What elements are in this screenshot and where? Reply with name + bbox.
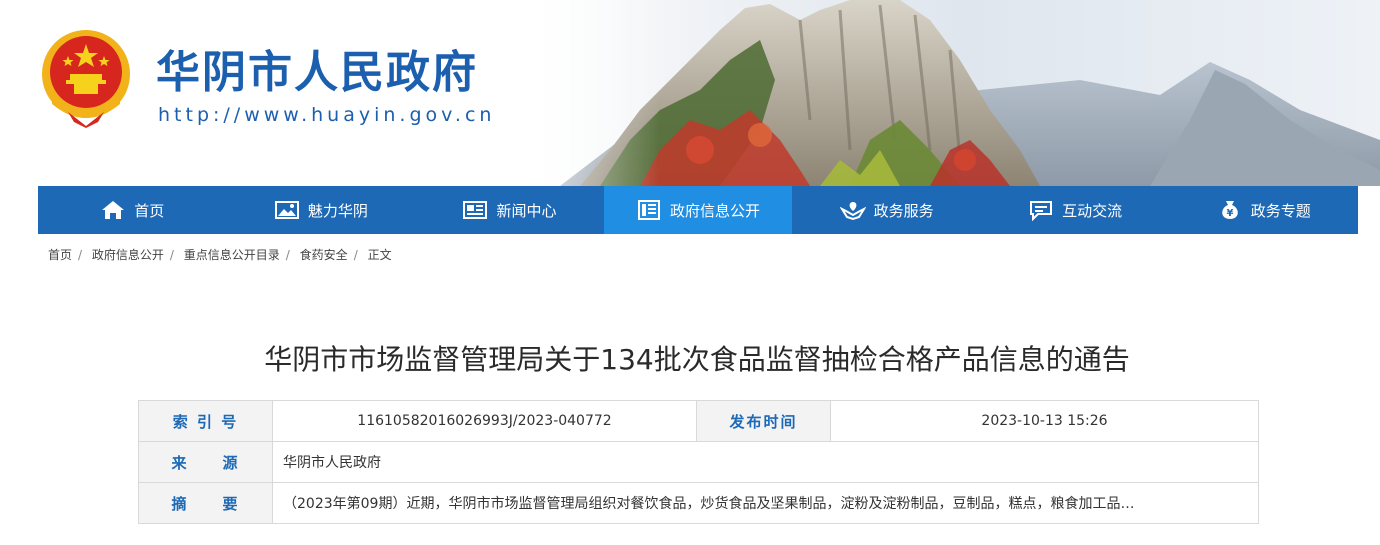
- meta-row-index: 索 引 号 11610582016026993J/2023-040772 发布时…: [138, 400, 1259, 442]
- breadcrumb-home[interactable]: 首页: [48, 248, 72, 262]
- header-banner: 华阴市人民政府 http://www.huayin.gov.cn: [0, 0, 1380, 186]
- breadcrumb: 首页 / 政府信息公开 / 重点信息公开目录 / 食药安全 / 正文: [48, 246, 392, 263]
- chat-icon: [1030, 201, 1053, 221]
- nav-item-gov-info-disclosure[interactable]: 政府信息公开: [603, 186, 793, 234]
- index-number-value: 11610582016026993J/2023-040772: [272, 400, 697, 442]
- nav-item-gov-services[interactable]: 政务服务: [792, 186, 981, 234]
- nav-item-label: 魅力华阴: [307, 201, 368, 220]
- breadcrumb-food-drug-safety[interactable]: 食药安全: [300, 248, 348, 262]
- meta-row-source: 来 源 华阴市人民政府: [138, 441, 1259, 483]
- nav-item-label: 首页: [134, 201, 165, 220]
- nav-item-label: 政府信息公开: [670, 201, 761, 220]
- nav-item-label: 互动交流: [1062, 201, 1123, 220]
- hands-service-icon: [839, 202, 866, 221]
- nav-item-charm-huayin[interactable]: 魅力华阴: [227, 186, 416, 234]
- publish-time-label: 发布时间: [696, 400, 831, 442]
- site-title: 华阴市人民政府: [156, 47, 478, 98]
- summary-value: （2023年第09期）近期，华阴市市场监督管理局组织对餐饮食品，炒货食品及坚果制…: [272, 482, 1259, 524]
- breadcrumb-key-info-catalog[interactable]: 重点信息公开目录: [184, 248, 280, 262]
- breadcrumb-separator: /: [169, 248, 174, 262]
- breadcrumb-separator: /: [78, 248, 83, 262]
- money-bag-icon: ¥: [1221, 201, 1238, 219]
- nav-item-interaction[interactable]: 互动交流: [981, 186, 1170, 234]
- home-icon: [102, 201, 125, 219]
- nav-item-news-center[interactable]: 新闻中心: [415, 186, 604, 234]
- article-meta-table: 索 引 号 11610582016026993J/2023-040772 发布时…: [138, 400, 1259, 524]
- breadcrumb-current: 正文: [367, 248, 392, 262]
- breadcrumb-separator: /: [353, 248, 358, 262]
- publish-time-value: 2023-10-13 15:26: [830, 400, 1259, 442]
- summary-label: 摘 要: [138, 482, 273, 524]
- svg-text:¥: ¥: [1226, 208, 1233, 219]
- document-list-icon: [638, 200, 661, 220]
- index-number-label: 索 引 号: [138, 400, 273, 442]
- nav-item-label: 政务服务: [873, 201, 934, 220]
- site-url: http://www.huayin.gov.cn: [158, 104, 496, 126]
- main-navigation: 首页 魅力华阴 新闻中心 政府信息公开 政务服务 互动交流 ¥ 政务专题: [38, 186, 1358, 234]
- nav-item-label: 新闻中心: [496, 201, 557, 220]
- breadcrumb-separator: /: [285, 248, 290, 262]
- nav-item-label: 政务专题: [1250, 201, 1311, 220]
- source-value: 华阴市人民政府: [272, 441, 1259, 483]
- nav-item-special-topics[interactable]: ¥ 政务专题: [1169, 186, 1358, 234]
- article-title: 华阴市市场监督管理局关于134批次食品监督抽检合格产品信息的通告: [264, 343, 1130, 376]
- nav-item-home[interactable]: 首页: [38, 186, 227, 234]
- source-label: 来 源: [138, 441, 273, 483]
- picture-icon: [274, 201, 299, 219]
- breadcrumb-gov-info[interactable]: 政府信息公开: [92, 248, 164, 262]
- national-emblem-logo: [42, 30, 130, 128]
- newspaper-icon: [463, 201, 488, 219]
- meta-row-summary: 摘 要 （2023年第09期）近期，华阴市市场监督管理局组织对餐饮食品，炒货食品…: [138, 482, 1259, 524]
